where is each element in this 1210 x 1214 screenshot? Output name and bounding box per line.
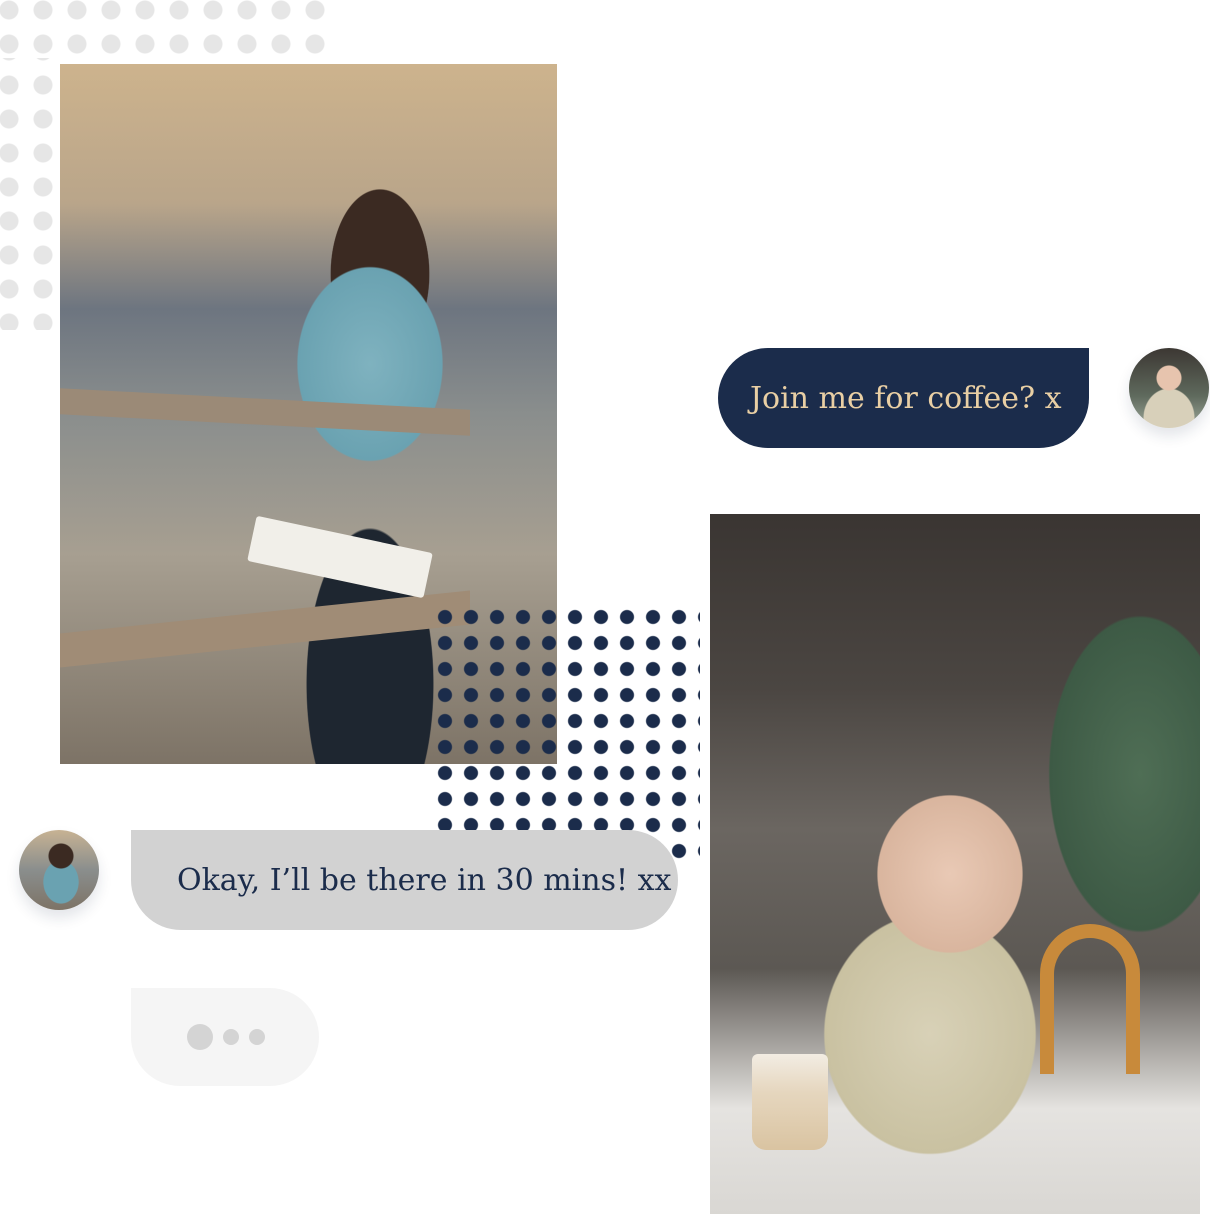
received-message-text: Okay, I’ll be there in 30 mins! xx: [177, 862, 672, 898]
photo-woman-at-cafe: [710, 514, 1200, 1214]
typing-dot: [223, 1029, 239, 1045]
avatar-recipient: [19, 830, 99, 910]
sent-message-bubble: Join me for coffee? x: [718, 348, 1089, 448]
decorative-dot-pattern-top: [0, 0, 330, 58]
picnic-table: [60, 388, 470, 436]
typing-indicator: [131, 988, 319, 1086]
coffee-cup: [752, 1054, 828, 1150]
chat-illustration: Join me for coffee? x Okay, I’ll be ther…: [0, 0, 1210, 1214]
typing-dot: [249, 1029, 265, 1045]
avatar-sender: [1129, 348, 1209, 428]
ellipsis-dots-icon: [187, 1024, 213, 1050]
cafe-chair: [1040, 924, 1140, 1074]
bench: [60, 590, 470, 668]
notebook: [247, 515, 433, 599]
sent-message-text: Join me for coffee? x: [750, 380, 1062, 416]
received-message-bubble: Okay, I’ll be there in 30 mins! xx: [131, 830, 678, 930]
decorative-dot-pattern-navy: [432, 604, 700, 866]
decorative-dot-pattern-left: [0, 58, 60, 330]
